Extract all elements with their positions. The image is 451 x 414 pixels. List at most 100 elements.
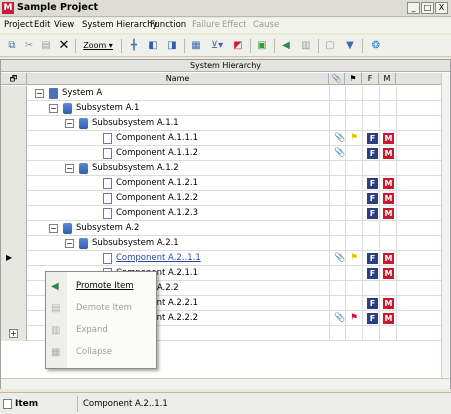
flag-icon[interactable]: ⚑ [350, 252, 358, 265]
measure-badge[interactable]: M [383, 298, 394, 309]
collapse-toggle-icon[interactable]: − [65, 164, 74, 173]
context-item-collapse[interactable]: ▦ Collapse [46, 342, 156, 363]
attachment-icon[interactable]: 📎 [334, 312, 345, 325]
minimize-button[interactable]: _ [407, 2, 420, 14]
table-row[interactable]: Component A.1.2.2 F M [1, 191, 450, 206]
column-header-m[interactable]: M [379, 73, 396, 85]
row-label[interactable]: Component A.2..1.1 [116, 253, 201, 264]
expand-toggle-icon[interactable]: + [9, 329, 18, 338]
promote-icon[interactable]: ◀ [278, 38, 294, 54]
insert-row-icon[interactable]: ╋ [126, 38, 142, 54]
collapse-toggle-icon[interactable]: − [65, 119, 74, 128]
table-row[interactable]: Component A.1.1.2 📎 F M [1, 146, 450, 161]
row-label[interactable]: Component A.1.2.3 [116, 208, 198, 219]
export-icon[interactable]: ▣ [254, 38, 270, 54]
menu-failure[interactable]: Failure [192, 20, 220, 31]
row-header[interactable]: ▶ [1, 251, 27, 266]
function-badge[interactable]: F [367, 253, 378, 264]
attachment-icon[interactable]: 📎 [334, 132, 345, 145]
insert-right-icon[interactable]: ◨ [164, 38, 180, 54]
column-header-flag-icon[interactable]: ⚑ [345, 73, 362, 85]
measure-badge[interactable]: M [383, 208, 394, 219]
table-row[interactable]: Component A.1.1.1 📎 ⚑ F M [1, 131, 450, 146]
function-badge[interactable]: F [367, 133, 378, 144]
table-row[interactable]: − Subsubsystem A.1.1 [1, 116, 450, 131]
row-header[interactable] [1, 161, 27, 176]
context-item-expand[interactable]: ▥ Expand [46, 320, 156, 341]
function-badge[interactable]: F [367, 208, 378, 219]
menu-project[interactable]: Project [4, 20, 33, 31]
delete-icon[interactable]: ✕ [57, 38, 71, 54]
menu-cause[interactable]: Cause [253, 20, 279, 31]
row-label[interactable]: Component A.1.2.1 [116, 178, 198, 189]
help-icon[interactable]: ❂ [368, 38, 384, 54]
collapse-toggle-icon[interactable]: − [49, 104, 58, 113]
menu-view[interactable]: View [54, 20, 74, 31]
flag-icon[interactable]: ◩ [230, 38, 246, 54]
function-badge[interactable]: F [367, 313, 378, 324]
function-badge[interactable]: F [367, 148, 378, 159]
measure-badge[interactable]: M [383, 178, 394, 189]
row-label[interactable]: Subsystem A.2 [76, 223, 139, 234]
vertical-scrollbar[interactable] [441, 73, 450, 378]
document-icon[interactable]: ▥ [298, 38, 314, 54]
row-header[interactable] [1, 146, 27, 161]
zoom-dropdown[interactable]: Zoom ▾ [79, 38, 117, 54]
insert-left-icon[interactable]: ◧ [145, 38, 161, 54]
table-row[interactable]: − Subsubsystem A.2.1 [1, 236, 450, 251]
menu-function[interactable]: Function [150, 20, 186, 31]
measure-badge[interactable]: M [383, 148, 394, 159]
table-row[interactable]: ▶ Component A.2..1.1 📎 ⚑ F M [1, 251, 450, 266]
row-header[interactable] [1, 266, 27, 281]
row-label[interactable]: Subsubsystem A.1.2 [92, 163, 179, 174]
horizontal-scrollbar[interactable] [1, 378, 450, 389]
measure-badge[interactable]: M [383, 268, 394, 279]
measure-badge[interactable]: M [383, 313, 394, 324]
measure-badge[interactable]: M [383, 253, 394, 264]
menu-edit[interactable]: Edit [34, 20, 50, 31]
row-header[interactable] [1, 311, 27, 326]
function-badge[interactable]: F [367, 193, 378, 204]
row-label[interactable]: Component A.1.1.2 [116, 148, 198, 159]
collapse-toggle-icon[interactable]: − [65, 239, 74, 248]
row-header-corner-icon[interactable]: 🗗 [1, 73, 27, 85]
row-header[interactable] [1, 131, 27, 146]
row-label[interactable]: Subsystem A.1 [76, 103, 139, 114]
close-button[interactable]: X [435, 2, 448, 14]
row-header[interactable] [1, 116, 27, 131]
row-header[interactable] [1, 86, 27, 101]
collapse-toggle-icon[interactable]: − [35, 89, 44, 98]
measure-badge[interactable]: M [383, 133, 394, 144]
column-header-attachment-icon[interactable]: 📎 [329, 73, 345, 85]
row-header[interactable] [1, 221, 27, 236]
row-label[interactable]: System A [62, 88, 102, 99]
row-header[interactable] [1, 236, 27, 251]
collapse-toggle-icon[interactable]: − [49, 224, 58, 233]
attachment-icon[interactable]: 📎 [334, 147, 345, 160]
table-row[interactable]: Component A.1.2.1 F M [1, 176, 450, 191]
cut-icon[interactable]: ✂ [22, 38, 36, 54]
dropdown-icon[interactable]: ▼ [342, 38, 358, 54]
row-label[interactable]: Component A.1.1.1 [116, 133, 198, 144]
window-icon[interactable]: ▢ [322, 38, 338, 54]
filter-icon[interactable]: ⊻▾ [208, 38, 226, 54]
column-header-f[interactable]: F [362, 73, 379, 85]
row-label[interactable]: Subsubsystem A.2.1 [92, 238, 179, 249]
maximize-button[interactable]: □ [421, 2, 434, 14]
menu-system-hierarchy[interactable]: System Hierarchy [82, 20, 157, 31]
function-badge[interactable]: F [367, 178, 378, 189]
table-row[interactable]: − Subsubsystem A.1.2 [1, 161, 450, 176]
function-badge[interactable]: F [367, 298, 378, 309]
column-header-name[interactable]: Name [27, 73, 329, 85]
row-header[interactable] [1, 206, 27, 221]
table-icon[interactable]: ▦ [188, 38, 204, 54]
context-item-promote-item[interactable]: ◀ Promote Item [46, 276, 156, 297]
table-row[interactable]: − Subsystem A.1 [1, 101, 450, 116]
row-header[interactable] [1, 191, 27, 206]
flag-icon[interactable]: ⚑ [350, 312, 358, 325]
menu-effect[interactable]: Effect [222, 20, 246, 31]
row-label[interactable]: Subsubsystem A.1.1 [92, 118, 179, 129]
row-header[interactable] [1, 101, 27, 116]
row-header[interactable] [1, 296, 27, 311]
row-header[interactable] [1, 176, 27, 191]
